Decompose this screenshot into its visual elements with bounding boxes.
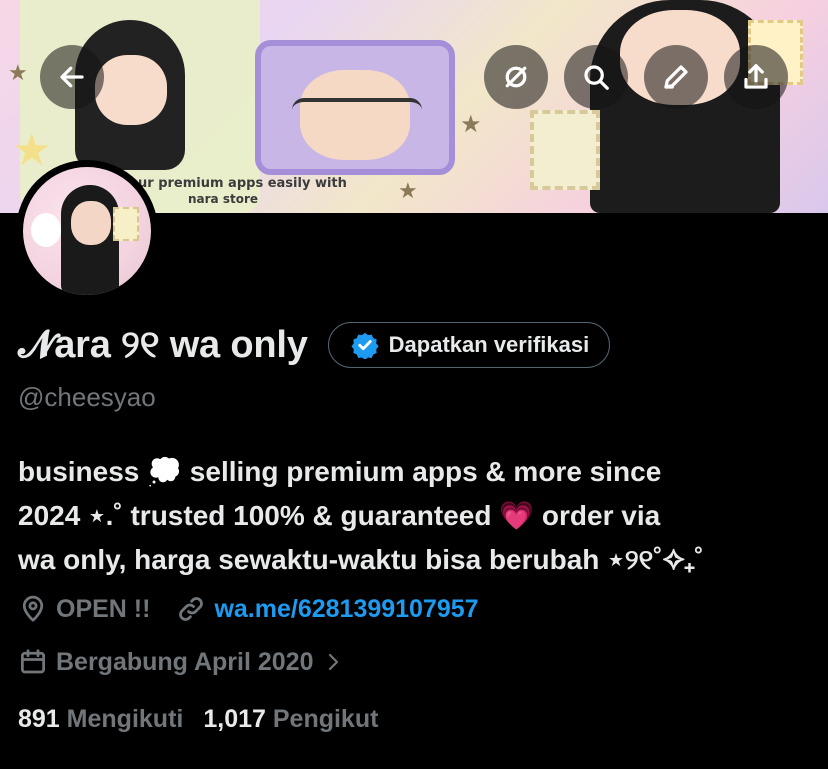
share-button[interactable] bbox=[724, 45, 788, 109]
joined-text: Bergabung April 2020 bbox=[56, 647, 314, 676]
back-button[interactable] bbox=[40, 45, 104, 109]
bio-line: 2024 ⋆.˚ trusted 100% & guaranteed 💗 ord… bbox=[18, 500, 661, 531]
banner-caption-line1: ur premium apps easily with bbox=[138, 176, 347, 191]
banner-star-icon: ★ bbox=[460, 111, 482, 138]
profile-avatar[interactable] bbox=[16, 160, 158, 302]
profile-handle: @cheesyao bbox=[18, 382, 156, 412]
following-stat[interactable]: 891 Mengikuti bbox=[18, 705, 183, 734]
avatar-photo bbox=[23, 167, 151, 295]
back-arrow-icon bbox=[60, 66, 84, 88]
grok-button[interactable] bbox=[484, 45, 548, 109]
share-icon bbox=[744, 64, 768, 89]
joined-row[interactable]: Bergabung April 2020 bbox=[18, 647, 345, 677]
following-count: 891 bbox=[18, 705, 60, 733]
location-pin-icon bbox=[22, 595, 44, 622]
follow-stats: 891 Mengikuti 1,017 Pengikut bbox=[18, 705, 378, 734]
followers-stat[interactable]: 1,017 Pengikut bbox=[203, 705, 378, 734]
profile-bio: business 💭 selling premium apps & more s… bbox=[18, 450, 808, 582]
banner-star-icon: ★ bbox=[8, 60, 28, 85]
following-label: Mengikuti bbox=[66, 705, 184, 733]
website-link[interactable]: wa.me/6281399107957 bbox=[214, 595, 478, 624]
link-icon bbox=[179, 597, 204, 621]
get-verified-label: Dapatkan verifikasi bbox=[388, 332, 590, 357]
location-text: OPEN !! bbox=[56, 594, 151, 623]
banner-strawberry-card bbox=[530, 110, 600, 190]
bio-line: business 💭 selling premium apps & more s… bbox=[18, 456, 662, 487]
banner-girl-left-face bbox=[95, 55, 167, 125]
followers-label: Pengikut bbox=[272, 705, 379, 733]
verified-badge-icon bbox=[351, 332, 379, 359]
chevron-right-icon bbox=[329, 653, 339, 671]
profile-meta-row: OPEN !! wa.me/6281399107957 bbox=[18, 594, 479, 624]
display-name: 𝓝ara ୨୧ wa only bbox=[18, 323, 308, 366]
calendar-icon bbox=[21, 649, 45, 674]
edit-button[interactable] bbox=[644, 45, 708, 109]
profile-name-row: 𝓝ara ୨୧ wa only Dapatkan verifikasi bbox=[18, 322, 611, 368]
banner-glasses bbox=[292, 98, 422, 138]
search-icon bbox=[584, 65, 609, 90]
followers-count: 1,017 bbox=[203, 705, 266, 733]
banner-star-icon: ★ bbox=[12, 126, 52, 175]
banner-caption-line2: nara store bbox=[188, 192, 259, 206]
search-button[interactable] bbox=[564, 45, 628, 109]
grok-icon bbox=[505, 66, 527, 88]
bio-line: wa only, harga sewaktu-waktu bisa beruba… bbox=[18, 544, 704, 575]
banner-star-icon: ★ bbox=[398, 178, 418, 203]
edit-pencil-icon bbox=[664, 65, 688, 89]
get-verified-button[interactable]: Dapatkan verifikasi bbox=[327, 322, 611, 368]
